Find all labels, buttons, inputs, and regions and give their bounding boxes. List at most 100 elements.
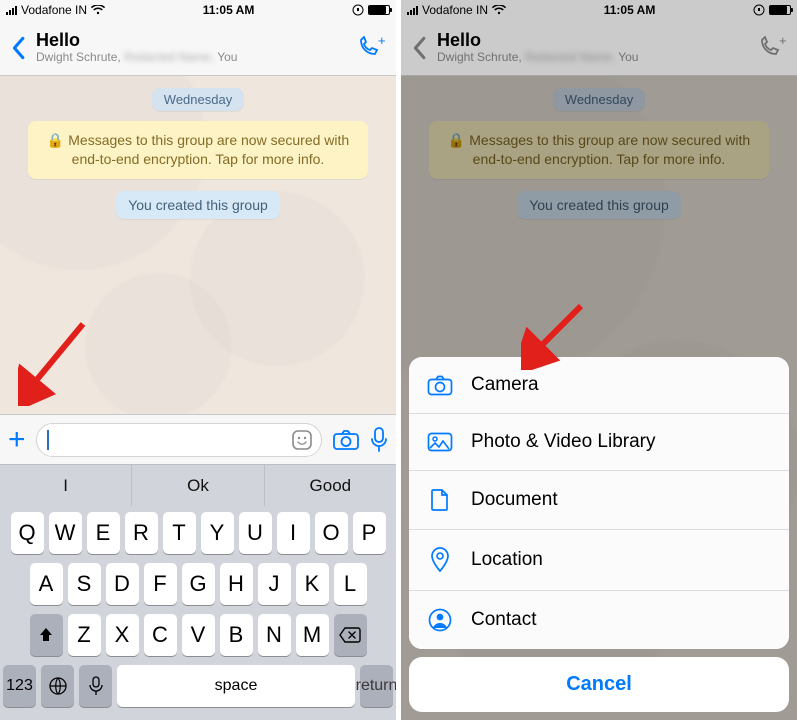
key-s[interactable]: S bbox=[68, 563, 101, 605]
key-r[interactable]: R bbox=[125, 512, 158, 554]
action-sheet: Camera Photo & Video Library Document Lo… bbox=[401, 349, 797, 720]
svg-text:+: + bbox=[779, 36, 787, 48]
status-bar: Vodafone IN 11:05 AM bbox=[401, 0, 797, 20]
back-button[interactable] bbox=[10, 36, 26, 60]
input-bar: + bbox=[0, 414, 396, 464]
backspace-icon bbox=[339, 627, 361, 643]
attach-button[interactable]: + bbox=[8, 425, 26, 455]
signal-icon bbox=[6, 5, 17, 15]
key-a[interactable]: A bbox=[30, 563, 63, 605]
created-pill: You created this group bbox=[116, 191, 280, 219]
key-v[interactable]: V bbox=[182, 614, 215, 656]
quicktype-suggestion[interactable]: Good bbox=[265, 465, 396, 506]
annotation-arrow-left bbox=[18, 316, 98, 406]
nav-header: Hello Dwight Schrute, Redacted Name, You… bbox=[0, 20, 396, 76]
key-m[interactable]: M bbox=[296, 614, 329, 656]
status-bar: Vodafone IN 11:05 AM bbox=[0, 0, 396, 20]
chat-subtitle: Dwight Schrute, Redacted Name, You bbox=[36, 51, 346, 64]
lock-icon: 🔒 bbox=[47, 132, 64, 148]
key-g[interactable]: G bbox=[182, 563, 215, 605]
sticker-icon[interactable] bbox=[291, 429, 313, 451]
chat-area[interactable]: Wednesday 🔒Messages to this group are no… bbox=[0, 76, 396, 414]
chat-title: Hello bbox=[36, 31, 346, 51]
orientation-lock-icon bbox=[753, 4, 765, 16]
key-i[interactable]: I bbox=[277, 512, 310, 554]
battery-icon bbox=[769, 5, 791, 15]
mic-button[interactable] bbox=[370, 427, 388, 453]
shift-icon bbox=[37, 626, 55, 644]
status-right bbox=[352, 4, 390, 16]
sheet-document[interactable]: Document bbox=[409, 471, 789, 530]
sheet-cancel-button[interactable]: Cancel bbox=[409, 657, 789, 712]
sheet-contact[interactable]: Contact bbox=[409, 591, 789, 649]
key-x[interactable]: X bbox=[106, 614, 139, 656]
call-button[interactable]: + bbox=[757, 36, 787, 60]
key-space[interactable]: space bbox=[117, 665, 355, 707]
location-icon bbox=[427, 547, 453, 573]
key-123[interactable]: 123 bbox=[3, 665, 36, 707]
key-dictation[interactable] bbox=[79, 665, 112, 707]
key-backspace[interactable] bbox=[334, 614, 367, 656]
key-t[interactable]: T bbox=[163, 512, 196, 554]
key-f[interactable]: F bbox=[144, 563, 177, 605]
key-d[interactable]: D bbox=[106, 563, 139, 605]
phone-left: Vodafone IN 11:05 AM Hello Dwight Schrut… bbox=[0, 0, 396, 720]
key-l[interactable]: L bbox=[334, 563, 367, 605]
key-e[interactable]: E bbox=[87, 512, 120, 554]
svg-text:+: + bbox=[378, 36, 386, 48]
quicktype-suggestion[interactable]: I bbox=[0, 465, 132, 506]
encryption-notice[interactable]: 🔒Messages to this group are now secured … bbox=[28, 121, 368, 179]
key-u[interactable]: U bbox=[239, 512, 272, 554]
key-w[interactable]: W bbox=[49, 512, 82, 554]
key-return[interactable]: return bbox=[360, 665, 393, 707]
key-b[interactable]: B bbox=[220, 614, 253, 656]
orientation-lock-icon bbox=[352, 4, 364, 16]
chat-title-block[interactable]: Hello Dwight Schrute, Redacted Name, You bbox=[36, 31, 346, 64]
key-p[interactable]: P bbox=[353, 512, 386, 554]
photo-icon bbox=[427, 432, 453, 452]
sheet-label: Document bbox=[471, 489, 558, 511]
chat-subtitle: Dwight Schrute, Redacted Name, You bbox=[437, 51, 747, 64]
key-c[interactable]: C bbox=[144, 614, 177, 656]
battery-icon bbox=[368, 5, 390, 15]
camera-icon bbox=[427, 375, 453, 396]
key-shift[interactable] bbox=[30, 614, 63, 656]
action-sheet-list: Camera Photo & Video Library Document Lo… bbox=[409, 357, 789, 649]
key-j[interactable]: J bbox=[258, 563, 291, 605]
key-z[interactable]: Z bbox=[68, 614, 101, 656]
back-button[interactable] bbox=[411, 36, 427, 60]
sheet-label: Camera bbox=[471, 374, 539, 396]
chat-title: Hello bbox=[437, 31, 747, 51]
quicktype-suggestion[interactable]: Ok bbox=[132, 465, 264, 506]
key-h[interactable]: H bbox=[220, 563, 253, 605]
text-cursor bbox=[47, 430, 49, 450]
nav-header: Hello Dwight Schrute, Redacted Name, You… bbox=[401, 20, 797, 76]
keyboard: Q W E R T Y U I O P A S D F G H J K L Z bbox=[0, 506, 396, 720]
phone-right: Vodafone IN 11:05 AM Hello Dwight Schrut… bbox=[401, 0, 797, 720]
globe-icon bbox=[48, 676, 68, 696]
call-button[interactable]: + bbox=[356, 36, 386, 60]
clock-label: 11:05 AM bbox=[203, 3, 255, 17]
quicktype-bar: I Ok Good bbox=[0, 464, 396, 506]
key-o[interactable]: O bbox=[315, 512, 348, 554]
carrier-label: Vodafone IN bbox=[422, 3, 488, 17]
sheet-camera[interactable]: Camera bbox=[409, 357, 789, 414]
sheet-photo-video[interactable]: Photo & Video Library bbox=[409, 414, 789, 471]
sheet-label: Photo & Video Library bbox=[471, 431, 656, 453]
key-k[interactable]: K bbox=[296, 563, 329, 605]
sheet-label: Location bbox=[471, 549, 543, 571]
chat-title-block[interactable]: Hello Dwight Schrute, Redacted Name, You bbox=[437, 31, 747, 64]
document-icon bbox=[427, 488, 453, 512]
key-q[interactable]: Q bbox=[11, 512, 44, 554]
camera-button[interactable] bbox=[332, 429, 360, 451]
clock-label: 11:05 AM bbox=[604, 3, 656, 17]
carrier-label: Vodafone IN bbox=[21, 3, 87, 17]
key-globe[interactable] bbox=[41, 665, 74, 707]
sheet-location[interactable]: Location bbox=[409, 530, 789, 591]
key-n[interactable]: N bbox=[258, 614, 291, 656]
message-input[interactable] bbox=[36, 423, 322, 457]
mic-icon bbox=[89, 676, 103, 696]
contact-icon bbox=[427, 608, 453, 632]
sheet-label: Contact bbox=[471, 609, 536, 631]
key-y[interactable]: Y bbox=[201, 512, 234, 554]
